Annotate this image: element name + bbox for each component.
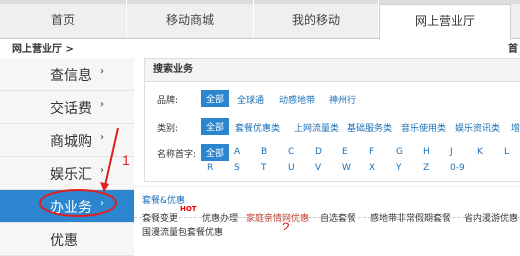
highlight-ellipse — [39, 189, 117, 217]
annotation-arrow — [103, 127, 119, 191]
annotation-arrowhead — [100, 182, 109, 192]
annotation-number-2: 2 — [282, 219, 290, 230]
annotation-overlay: 1 2 — [39, 127, 290, 230]
annotation-number-1: 1 — [122, 152, 130, 168]
sidebar-item-label: 优惠 — [50, 233, 78, 249]
